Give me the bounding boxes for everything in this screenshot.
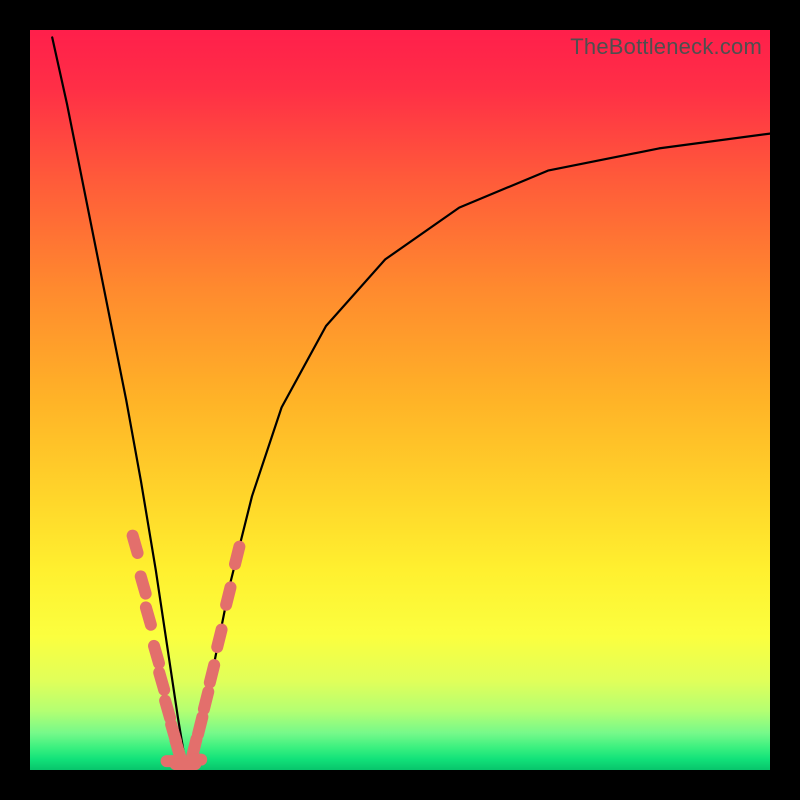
curve-marker [228,539,247,571]
curve-marker [147,639,167,671]
curve-marker [219,580,238,612]
curve-marker [187,754,207,766]
curve-marker [191,710,210,742]
bottleneck-curve [30,30,770,770]
curve-marker [125,528,145,560]
curve-marker [210,622,229,654]
plot-area: TheBottleneck.com [30,30,770,770]
curve-marker [133,569,153,601]
chart-frame: TheBottleneck.com [0,0,800,800]
curve-marker [197,684,216,716]
markers-left-branch [125,528,188,765]
curve-marker [138,600,158,632]
curve-marker [152,665,172,697]
curve-marker [203,658,222,690]
markers-right-branch [185,539,247,763]
